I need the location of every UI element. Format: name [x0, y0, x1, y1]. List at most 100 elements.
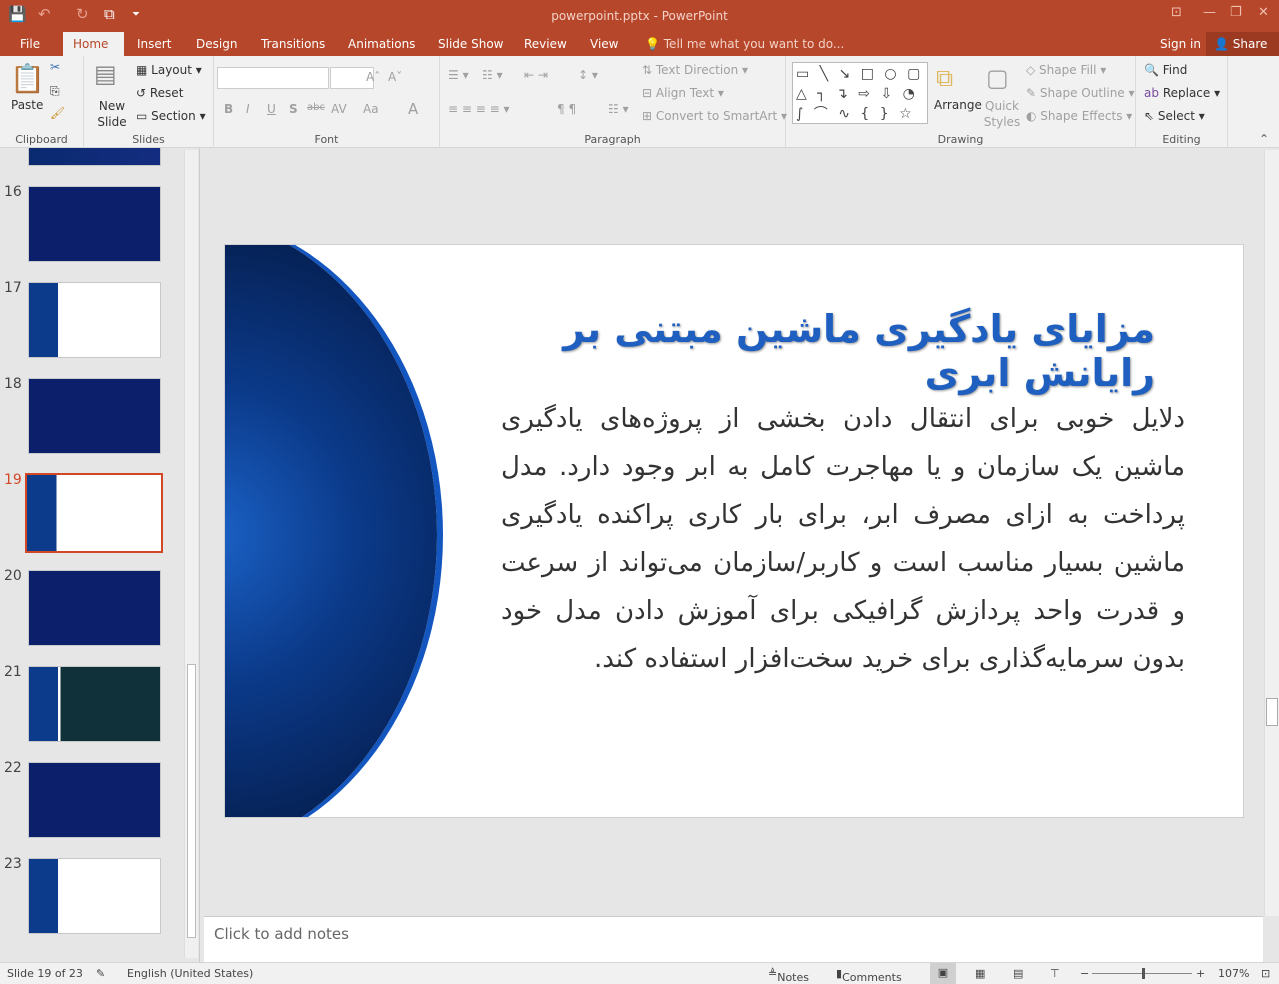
slide-title[interactable]: مزایای یادگیری ماشین مبتنی بر رایانش ابر…: [485, 307, 1155, 395]
share-button[interactable]: 👤 Share: [1206, 32, 1279, 56]
align-text-button[interactable]: ⊟ Align Text ▾: [642, 86, 724, 100]
ribbon-display-icon[interactable]: ⊡: [1171, 5, 1182, 20]
bullets-button[interactable]: ☰ ▾: [448, 68, 469, 82]
slide-sorter-button[interactable]: ▦: [975, 967, 985, 980]
replace-button[interactable]: ab Replace ▾: [1144, 86, 1220, 100]
shapes-gallery[interactable]: ▭ ╲ ↘ □ ○ ▢ △ ┐ ↴ ⇨ ⇩ ◔ ∫ ⌒ ∿ { } ☆: [792, 62, 928, 124]
strikethrough-button[interactable]: abc: [307, 102, 325, 113]
shape-effects-button[interactable]: ◐ Shape Effects ▾: [1026, 109, 1132, 123]
text-direction-button[interactable]: ⇅ Text Direction ▾: [642, 63, 748, 77]
tab-slide-show[interactable]: Slide Show: [428, 32, 513, 56]
slide-thumbnail-15[interactable]: [28, 148, 161, 166]
character-spacing-button[interactable]: AV: [331, 102, 347, 116]
spell-check-icon[interactable]: ✎: [96, 967, 105, 980]
line-spacing-button[interactable]: ↕ ▾: [578, 68, 598, 82]
restore-icon[interactable]: ❐: [1230, 5, 1242, 20]
slide-thumbnail[interactable]: [28, 282, 161, 358]
tab-file[interactable]: File: [10, 32, 50, 56]
window-title: powerpoint.pptx - PowerPoint: [551, 9, 728, 23]
drawing-group: ▭ ╲ ↘ □ ○ ▢ △ ┐ ↴ ⇨ ⇩ ◔ ∫ ⌒ ∿ { } ☆ ⧉ Ar…: [786, 56, 1136, 148]
numbering-button[interactable]: ☷ ▾: [482, 68, 503, 82]
reset-button[interactable]: ↺ Reset: [136, 86, 183, 100]
zoom-in-button[interactable]: +: [1196, 967, 1205, 980]
slide-thumbnail[interactable]: [28, 378, 161, 454]
slide-thumbnail[interactable]: [28, 762, 161, 838]
section-label: Section: [151, 109, 196, 123]
normal-view-button[interactable]: ▣: [930, 963, 956, 984]
quick-styles-icon[interactable]: ▢: [986, 64, 1009, 92]
bold-button[interactable]: B: [224, 102, 233, 116]
select-button[interactable]: ⇖ Select ▾: [1144, 109, 1205, 123]
ribbon: 📋 Paste ✂ ⎘ 🖌 Clipboard ▤ New Slide ▦ La…: [0, 56, 1279, 148]
current-slide[interactable]: مزایای یادگیری ماشین مبتنی بر رایانش ابر…: [224, 244, 1244, 818]
tab-home[interactable]: Home: [63, 32, 124, 56]
slide-body-text[interactable]: دلایل خوبی برای انتقال دادن بخشی از پروژ…: [501, 395, 1185, 683]
fit-to-window-icon[interactable]: ⊡: [1261, 967, 1270, 980]
tab-transitions[interactable]: Transitions: [251, 32, 335, 56]
change-case-button[interactable]: Aa: [363, 102, 379, 116]
slide-scroll-thumb[interactable]: [1266, 698, 1278, 726]
zoom-level[interactable]: 107%: [1218, 967, 1249, 980]
paste-button[interactable]: Paste: [11, 98, 43, 112]
copy-icon[interactable]: ⎘: [50, 84, 60, 99]
slides-label: Slides: [132, 133, 165, 146]
collapse-ribbon-icon[interactable]: ⌃: [1259, 132, 1269, 146]
columns-button[interactable]: ☷ ▾: [608, 102, 629, 116]
slide-scrollbar[interactable]: [1264, 150, 1279, 916]
shape-fill-button[interactable]: ◇ Shape Fill ▾: [1026, 63, 1106, 77]
indent-buttons[interactable]: ⇤ ⇥: [524, 68, 548, 82]
tab-view[interactable]: View: [580, 32, 628, 56]
grow-font-button[interactable]: Aˆ: [366, 70, 380, 84]
sign-in-link[interactable]: Sign in: [1160, 32, 1201, 56]
quick-styles-button[interactable]: Quick Styles: [982, 98, 1022, 130]
zoom-out-button[interactable]: −: [1080, 967, 1089, 980]
comments-button[interactable]: ▮ Comments: [836, 967, 902, 984]
slide-thumbnail[interactable]: [28, 186, 161, 262]
italic-button[interactable]: I: [246, 102, 250, 116]
arrange-icon[interactable]: ⧉: [936, 64, 953, 92]
thumbnails-scroll-thumb[interactable]: [187, 664, 196, 938]
shape-outline-button[interactable]: ✎ Shape Outline ▾: [1026, 86, 1135, 100]
shadow-button[interactable]: S: [289, 102, 298, 116]
underline-button[interactable]: U: [267, 102, 276, 116]
format-painter-icon[interactable]: 🖌: [50, 106, 65, 120]
section-button[interactable]: ▭ Section ▾: [136, 109, 206, 123]
cut-icon[interactable]: ✂: [50, 60, 60, 74]
alignment-buttons[interactable]: ≡ ≡ ≡ ≡ ▾: [448, 102, 510, 116]
slide-thumbnail[interactable]: [28, 858, 161, 934]
new-slide-icon[interactable]: ▤: [94, 60, 117, 88]
shrink-font-button[interactable]: Aˇ: [388, 70, 402, 84]
notes-button[interactable]: ≜ Notes: [768, 967, 809, 984]
font-name-select[interactable]: [217, 67, 329, 89]
notes-pane[interactable]: Click to add notes: [204, 916, 1263, 962]
tab-insert[interactable]: Insert: [127, 32, 181, 56]
tell-me-search[interactable]: 💡 Tell me what you want to do...: [645, 32, 844, 56]
tab-design[interactable]: Design: [186, 32, 247, 56]
language-indicator[interactable]: English (United States): [127, 967, 253, 980]
layout-button[interactable]: ▦ Layout ▾: [136, 63, 202, 77]
tab-review[interactable]: Review: [514, 32, 577, 56]
paste-icon[interactable]: 📋: [10, 62, 45, 95]
convert-smartart-button[interactable]: ⊞ Convert to SmartArt ▾: [642, 109, 787, 123]
font-color-button[interactable]: A: [408, 100, 418, 118]
shape-effects-label: Shape Effects: [1040, 109, 1123, 123]
text-direction-ltr-rtl[interactable]: ¶ ¶: [557, 102, 576, 116]
close-icon[interactable]: ✕: [1258, 5, 1269, 20]
tab-animations[interactable]: Animations: [338, 32, 425, 56]
notes-label: Notes: [777, 971, 809, 984]
reading-view-button[interactable]: ▤: [1013, 967, 1023, 980]
find-button[interactable]: 🔍 Find: [1144, 63, 1187, 77]
slide-number: 18: [4, 376, 22, 392]
slide-show-button[interactable]: ⊤: [1050, 967, 1060, 980]
shape-fill-label: Shape Fill: [1039, 63, 1097, 77]
minimize-icon[interactable]: —: [1203, 5, 1216, 20]
slide-thumbnail[interactable]: [28, 666, 161, 742]
find-label: Find: [1162, 63, 1188, 77]
zoom-slider-thumb[interactable]: [1142, 968, 1145, 979]
slide-thumbnail[interactable]: [28, 570, 161, 646]
slide-thumbnail-selected[interactable]: [25, 473, 163, 553]
thumbnails-scrollbar[interactable]: [184, 150, 198, 958]
new-slide-button[interactable]: New Slide: [94, 98, 130, 130]
slide-number: 23: [4, 856, 22, 872]
arrange-button[interactable]: Arrange: [934, 98, 982, 112]
